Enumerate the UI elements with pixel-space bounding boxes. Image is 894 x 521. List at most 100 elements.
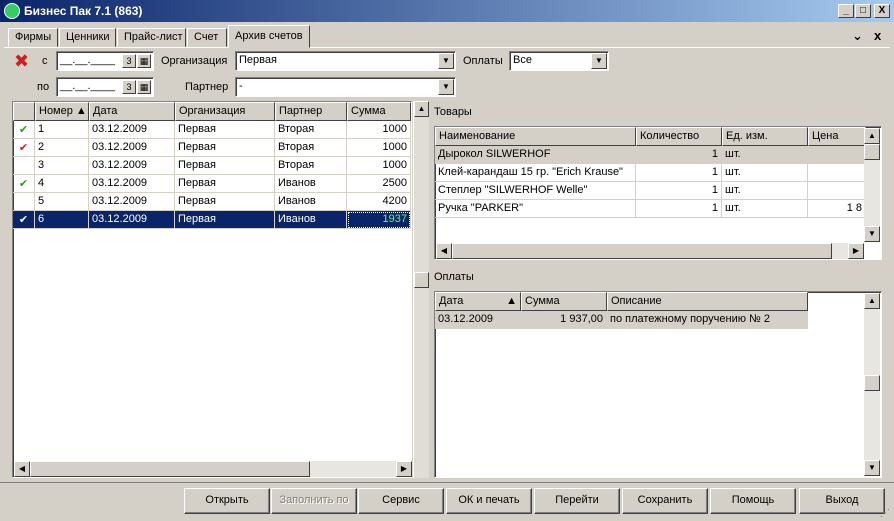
- payments-vscrollbar[interactable]: ▲ ▼: [864, 293, 880, 476]
- goods-cell-name: Степлер "SILWERHOF Welle": [435, 182, 636, 200]
- payments-col-desc[interactable]: Описание: [607, 292, 808, 311]
- cell-num: 1: [35, 121, 89, 139]
- list-item[interactable]: Ручка "PARKER" 1 шт. 1 8: [435, 200, 881, 218]
- payments-scroll-up-icon[interactable]: ▲: [864, 293, 880, 309]
- payments-cell-date: 03.12.2009: [435, 311, 521, 329]
- tab-price-tags[interactable]: Ценники: [59, 28, 116, 47]
- scroll-right-icon[interactable]: ▶: [396, 461, 412, 477]
- list-item[interactable]: Степлер "SILWERHOF Welle" 1 шт.: [435, 182, 881, 200]
- org-dropdown-icon[interactable]: ▼: [438, 53, 454, 69]
- table-row[interactable]: 3 03.12.2009 Первая Вторая 1000: [13, 157, 411, 175]
- goods-cell-name: Дырокол SILWERHOF: [435, 146, 636, 164]
- cell-partner: Иванов: [275, 193, 347, 211]
- org-select-value: Первая: [239, 54, 277, 66]
- invoices-col-partner[interactable]: Партнер: [275, 102, 347, 121]
- goods-scroll-left-icon[interactable]: ◀: [436, 243, 452, 259]
- service-button[interactable]: Сервис: [358, 488, 444, 514]
- partner-select-value: -: [239, 80, 243, 92]
- invoices-col-date[interactable]: Дата: [89, 102, 175, 121]
- splitter-thumb[interactable]: [414, 272, 429, 288]
- invoices-hscroll-thumb[interactable]: [30, 461, 310, 477]
- close-tab-icon[interactable]: x: [874, 28, 881, 43]
- exit-button[interactable]: Выход: [799, 488, 885, 514]
- goods-scroll-up-icon[interactable]: ▲: [864, 128, 880, 144]
- paid-check-icon: ✔: [13, 121, 35, 139]
- cell-org: Первая: [175, 175, 275, 193]
- tab-price-list[interactable]: Прайс-лист: [117, 28, 186, 47]
- invoices-body: ✔ 1 03.12.2009 Первая Вторая 1000 ✔ 2 03.12.2009…: [13, 121, 411, 229]
- goods-body: Дырокол SILWERHOF 1 шт. Клей-карандаш 15 гр…: [435, 146, 881, 218]
- payments-table[interactable]: Дата ▲ Сумма Описание 03.12.2009 1 937,00 п…: [434, 291, 882, 478]
- tab-invoice[interactable]: Счет: [187, 28, 227, 47]
- payments-vscroll-thumb[interactable]: [864, 375, 880, 391]
- splitter-up-icon[interactable]: ▲: [414, 101, 429, 117]
- invoices-table[interactable]: Номер ▲ Дата Организация Партнер Сумма ✔…: [12, 101, 412, 478]
- payments-col-date[interactable]: Дата ▲: [435, 292, 521, 311]
- goods-cell-price: [808, 182, 866, 200]
- goods-vscroll-thumb[interactable]: [864, 144, 880, 160]
- go-button[interactable]: Перейти: [534, 488, 620, 514]
- invoices-hscrollbar[interactable]: ◀ ▶: [14, 461, 412, 477]
- invoices-col-org[interactable]: Организация: [175, 102, 275, 121]
- goods-label: Товары: [434, 106, 472, 118]
- panel-splitter[interactable]: ▲: [413, 101, 429, 478]
- main-window: Бизнес Пак 7.1 (863) _ □ X Фирмы Ценники…: [0, 0, 894, 521]
- invoices-col-number[interactable]: Номер ▲: [35, 102, 89, 121]
- resize-grip-icon[interactable]: ⋰: [880, 508, 892, 520]
- date-to-spin-icon[interactable]: 3: [122, 80, 136, 94]
- paid-check-icon: ✔: [13, 175, 35, 193]
- help-button[interactable]: Помощь: [710, 488, 796, 514]
- paid-check-icon: [13, 193, 35, 211]
- goods-col-qty[interactable]: Количество: [636, 127, 722, 146]
- goods-col-price[interactable]: Цена: [808, 127, 866, 146]
- table-row[interactable]: ✔ 2 03.12.2009 Первая Вторая 1000: [13, 139, 411, 157]
- goods-scroll-down-icon[interactable]: ▼: [864, 226, 880, 242]
- invoices-col-sum[interactable]: Сумма: [347, 102, 411, 121]
- minimize-button[interactable]: _: [838, 4, 854, 18]
- cell-org: Первая: [175, 139, 275, 157]
- payments-col-sum[interactable]: Сумма: [521, 292, 607, 311]
- table-row[interactable]: ✔ 6 03.12.2009 Первая Иванов 1937: [13, 211, 411, 229]
- cell-date: 03.12.2009: [89, 211, 175, 229]
- goods-col-unit[interactable]: Ед. изм.: [722, 127, 808, 146]
- date-to-calendar-icon[interactable]: ▦: [137, 80, 151, 94]
- ok-print-button[interactable]: ОК и печать: [446, 488, 532, 514]
- close-button[interactable]: X: [874, 4, 890, 18]
- payments-dropdown-icon[interactable]: ▼: [591, 53, 607, 69]
- paid-check-icon: ✔: [13, 139, 35, 157]
- table-row[interactable]: ✔ 1 03.12.2009 Первая Вторая 1000: [13, 121, 411, 139]
- cell-sum: 1937: [347, 211, 411, 229]
- partner-select[interactable]: -: [235, 77, 456, 97]
- open-button[interactable]: Открыть: [184, 488, 270, 514]
- goods-cell-name: Ручка "PARKER": [435, 200, 636, 218]
- cell-org: Первая: [175, 193, 275, 211]
- list-item[interactable]: Клей-карандаш 15 гр. "Erich Krause" 1 шт.: [435, 164, 881, 182]
- cell-date: 03.12.2009: [89, 157, 175, 175]
- list-item[interactable]: 03.12.2009 1 937,00 по платежному поручени…: [435, 311, 881, 329]
- fill-by-button[interactable]: Заполнить по: [271, 488, 357, 514]
- goods-table[interactable]: Наименование Количество Ед. изм. Цена Ды…: [434, 126, 882, 260]
- scroll-left-icon[interactable]: ◀: [14, 461, 30, 477]
- goods-col-name[interactable]: Наименование: [435, 127, 636, 146]
- maximize-button[interactable]: □: [855, 4, 871, 18]
- org-select[interactable]: Первая: [235, 51, 456, 71]
- chevron-down-icon[interactable]: ⌄: [852, 28, 863, 44]
- tab-firms[interactable]: Фирмы: [8, 28, 58, 47]
- goods-hscrollbar[interactable]: ◀ ▶: [436, 243, 864, 259]
- goods-scroll-right-icon[interactable]: ▶: [848, 243, 864, 259]
- tabs-divider: [4, 47, 890, 48]
- goods-cell-unit: шт.: [722, 200, 808, 218]
- save-button[interactable]: Сохранить: [622, 488, 708, 514]
- payments-scroll-down-icon[interactable]: ▼: [864, 460, 880, 476]
- goods-hscroll-thumb[interactable]: [452, 243, 832, 259]
- goods-vscrollbar[interactable]: ▲ ▼: [864, 128, 880, 242]
- clear-filter-icon[interactable]: ✖: [14, 52, 29, 70]
- table-row[interactable]: ✔ 4 03.12.2009 Первая Иванов 2500: [13, 175, 411, 193]
- goods-cell-qty: 1: [636, 182, 722, 200]
- list-item[interactable]: Дырокол SILWERHOF 1 шт.: [435, 146, 881, 164]
- date-from-calendar-icon[interactable]: ▦: [137, 54, 151, 68]
- partner-dropdown-icon[interactable]: ▼: [438, 79, 454, 95]
- date-from-spin-icon[interactable]: 3: [122, 54, 136, 68]
- tab-invoice-archive[interactable]: Архив счетов: [228, 25, 310, 48]
- table-row[interactable]: 5 03.12.2009 Первая Иванов 4200: [13, 193, 411, 211]
